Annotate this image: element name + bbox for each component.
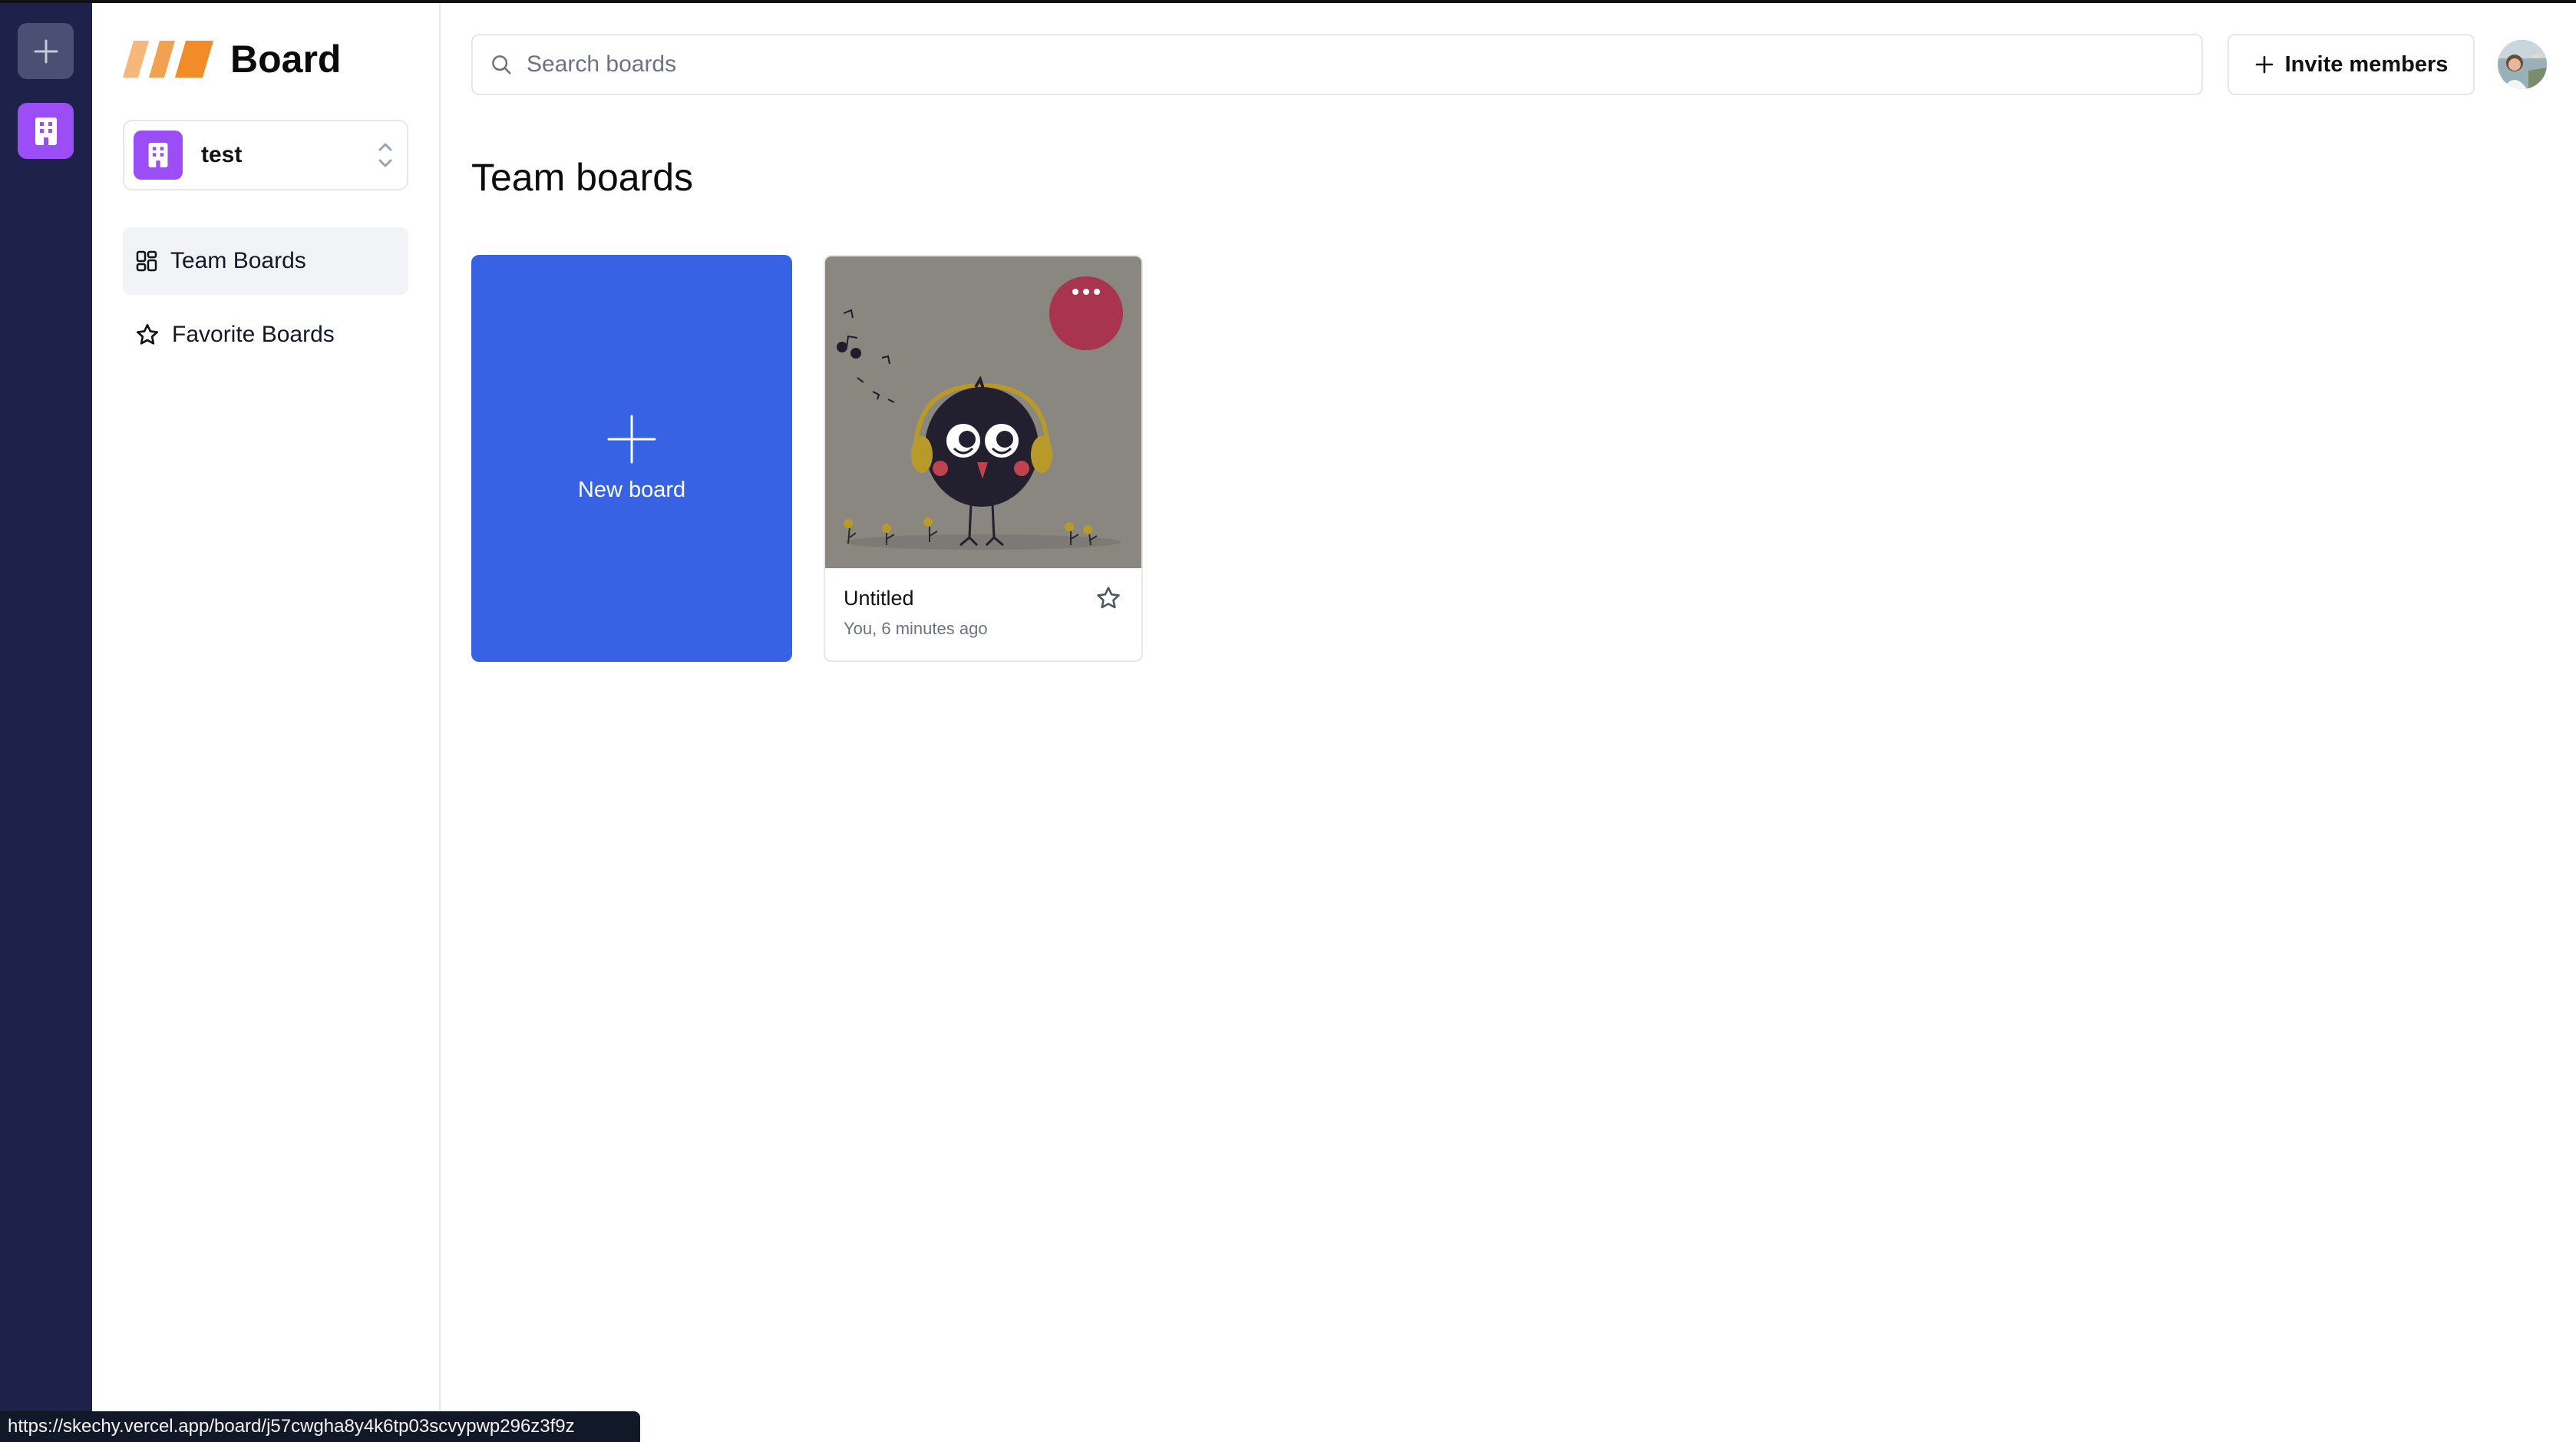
user-photo — [2498, 40, 2547, 89]
user-avatar[interactable] — [2498, 40, 2547, 89]
status-url: https://skechy.vercel.app/board/j57cwgha… — [8, 1416, 575, 1437]
building-icon — [148, 143, 168, 167]
new-board-button[interactable]: New board — [471, 255, 792, 662]
plus-icon — [607, 415, 656, 463]
sidebar: Board test Team Boards Favorite Boards — [92, 3, 441, 1442]
logo-text: Board — [230, 38, 342, 81]
link-preview-status-bar: https://skechy.vercel.app/board/j57cwgha… — [0, 1411, 640, 1442]
new-board-label: New board — [577, 477, 686, 502]
add-org-button[interactable] — [18, 23, 74, 79]
app-logo[interactable]: Board — [123, 37, 341, 81]
org-avatar — [134, 131, 183, 180]
favorite-star-button[interactable] — [1095, 585, 1121, 615]
board-meta: You, 6 minutes ago — [844, 619, 988, 638]
plus-icon — [2255, 55, 2273, 74]
sidebar-item-label: Team Boards — [170, 248, 306, 273]
more-dots-icon — [1072, 289, 1100, 295]
invite-members-button[interactable]: Invite members — [2228, 34, 2475, 95]
star-icon — [137, 324, 158, 345]
search-input[interactable] — [527, 51, 2138, 78]
logo-icon — [123, 41, 213, 78]
sidebar-item-team-boards[interactable]: Team Boards — [123, 227, 408, 295]
invite-members-label: Invite members — [2284, 51, 2449, 77]
board-card[interactable]: Untitled You, 6 minutes ago — [824, 255, 1143, 662]
org-switch-button[interactable] — [18, 103, 74, 159]
star-icon — [1097, 587, 1120, 609]
board-more-menu-button[interactable] — [1049, 276, 1123, 350]
plus-icon — [34, 39, 58, 63]
dashboard-grid-icon — [136, 250, 157, 272]
sidebar-item-favorite-boards[interactable]: Favorite Boards — [123, 301, 408, 369]
org-switcher[interactable]: test — [123, 120, 408, 190]
search-bar[interactable] — [471, 34, 2203, 95]
board-title: Untitled — [844, 587, 914, 610]
page-title: Team boards — [471, 156, 694, 199]
sidebar-item-label: Favorite Boards — [172, 322, 335, 347]
search-icon — [492, 55, 511, 74]
chevron-up-down-icon — [378, 143, 392, 167]
org-rail — [0, 3, 92, 1442]
building-icon — [35, 117, 57, 145]
org-name: test — [201, 142, 243, 167]
